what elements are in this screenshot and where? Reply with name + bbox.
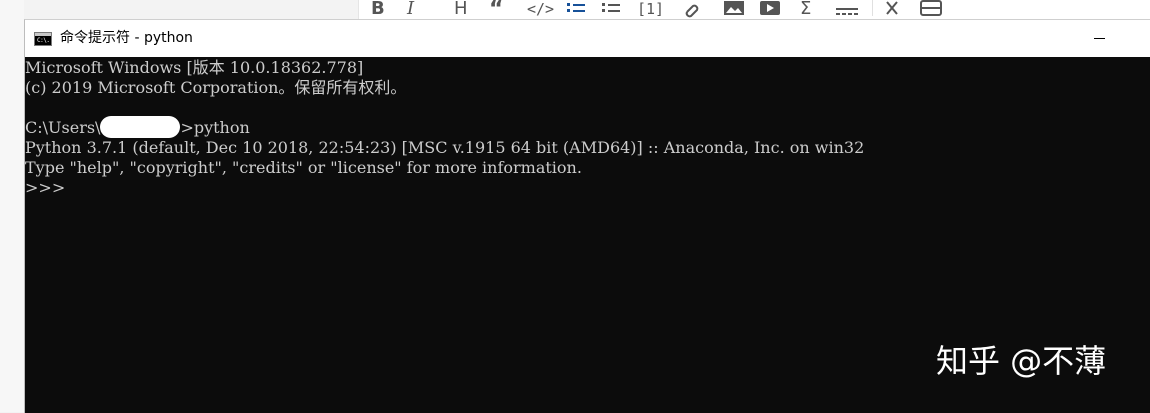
quote-icon[interactable]: “ [489, 0, 503, 20]
console-line-command: C:\Users\ >python [25, 115, 250, 138]
cmd-app-icon-bar [35, 33, 51, 36]
svg-text:H: H [454, 0, 468, 19]
console-line-prompt[interactable]: >>> [25, 178, 65, 198]
video-icon[interactable] [760, 1, 780, 15]
bold-icon[interactable]: B [371, 0, 385, 19]
window-title: 命令提示符 - python [60, 30, 193, 46]
watermark: 知乎 @不薄 [936, 342, 1107, 380]
footnote-icon[interactable]: [1] [637, 0, 664, 18]
minimize-button[interactable] [1078, 20, 1124, 57]
image-icon[interactable] [724, 1, 744, 15]
ordered-list-icon[interactable] [567, 3, 585, 12]
link-icon[interactable] [685, 4, 699, 18]
title-bar[interactable]: C:\. 命令提示符 - python [25, 20, 1150, 57]
clear-format-icon[interactable] [886, 1, 898, 15]
editor-toolbar: B I H “ </> [1] Σ [358, 0, 1150, 20]
table-icon[interactable] [920, 0, 942, 16]
cmd-app-icon[interactable]: C:\. [34, 32, 52, 46]
console-line-help-hint: Type "help", "copyright", "credits" or "… [25, 158, 582, 177]
heading-icon[interactable]: H [454, 0, 468, 19]
svg-text:I: I [406, 0, 415, 19]
toolbar-icons: B I H “ </> [1] Σ [371, 0, 942, 20]
toolbar-separator [872, 0, 873, 16]
svg-text:[1]: [1] [637, 0, 664, 18]
console-line-version: Microsoft Windows [版本 10.0.18362.778] [25, 58, 364, 77]
svg-text:B: B [371, 0, 385, 19]
formula-icon[interactable]: Σ [800, 0, 811, 19]
command-text: >python [180, 118, 250, 137]
page-background [0, 0, 24, 412]
redacted-username [100, 115, 181, 138]
svg-text:Σ: Σ [800, 0, 811, 19]
italic-icon[interactable]: I [406, 0, 415, 19]
code-icon[interactable]: </> [527, 0, 554, 18]
minimize-icon [1094, 38, 1105, 39]
console-line-python-version: Python 3.7.1 (default, Dec 10 2018, 22:5… [25, 138, 865, 157]
prompt-path: C:\Users\ [25, 118, 101, 137]
svg-text:</>: </> [527, 0, 554, 18]
svg-text:“: “ [489, 0, 503, 20]
divider-icon[interactable] [836, 8, 858, 15]
console-line-copyright: (c) 2019 Microsoft Corporation。保留所有权利。 [25, 78, 407, 97]
cmd-app-icon-text: C:\. [37, 37, 50, 44]
unordered-list-icon[interactable] [602, 3, 620, 12]
